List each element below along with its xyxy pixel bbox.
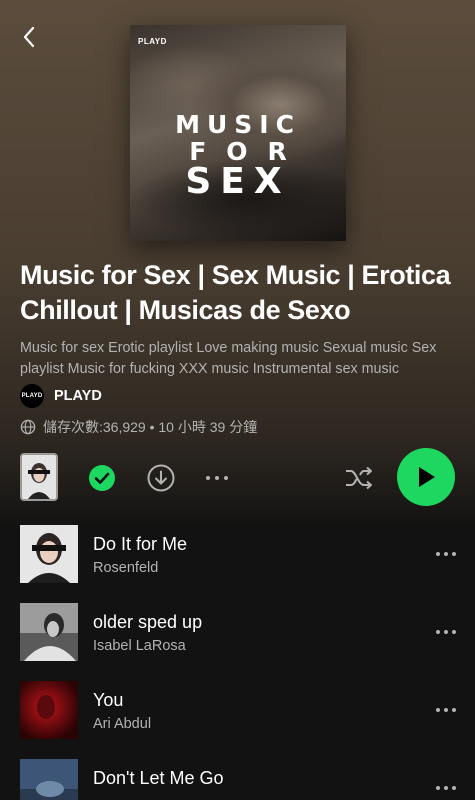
- track-row[interactable]: You Ari Abdul: [0, 679, 475, 741]
- track-title: Don't Let Me Go: [93, 768, 224, 788]
- shuffle-icon: [346, 466, 372, 490]
- track-title: You: [93, 690, 124, 710]
- cover-brand: PLAYD: [138, 37, 167, 46]
- playlist-preview-thumbnail[interactable]: [20, 453, 58, 501]
- playlist-title: Music for Sex | Sex Music | Erotica Chil…: [20, 260, 451, 325]
- track-row[interactable]: older sped up Isabel LaRosa: [0, 601, 475, 663]
- track-artist: Rosenfeld: [93, 560, 159, 576]
- track-artist: Isabel LaRosa: [93, 638, 186, 654]
- check-circle-icon: [89, 465, 115, 491]
- back-button[interactable]: [14, 22, 44, 52]
- track-row[interactable]: Don't Let Me Go: [0, 757, 475, 800]
- track-art: [20, 681, 78, 739]
- track-title: Do It for Me: [93, 534, 188, 554]
- track-art: [20, 759, 78, 800]
- owner-avatar: PLAYD: [20, 384, 44, 408]
- cover-title-line3: SEX: [185, 161, 291, 202]
- more-horizontal-icon: [436, 552, 456, 556]
- globe-icon: [20, 419, 36, 435]
- download-button[interactable]: [145, 462, 177, 494]
- playlist-meta: 儲存次數:36,929 • 10 小時 39 分鐘: [20, 417, 257, 437]
- owner-name[interactable]: PLAYD: [54, 388, 102, 404]
- preview-art: [22, 455, 56, 499]
- track-title: older sped up: [93, 612, 203, 632]
- track-row[interactable]: Do It for Me Rosenfeld: [0, 523, 475, 585]
- more-horizontal-icon: [206, 476, 228, 480]
- more-options-button[interactable]: [201, 462, 233, 494]
- more-horizontal-icon: [436, 786, 456, 790]
- track-more-button[interactable]: [430, 697, 462, 723]
- download-icon: [147, 464, 175, 492]
- saved-toggle-button[interactable]: [86, 462, 118, 494]
- play-button[interactable]: [397, 448, 455, 506]
- meta-text: 儲存次數:36,929 • 10 小時 39 分鐘: [43, 419, 258, 435]
- cover-title-line1: MUSIC: [175, 110, 301, 139]
- more-horizontal-icon: [436, 630, 456, 634]
- track-art: [20, 603, 78, 661]
- more-horizontal-icon: [436, 708, 456, 712]
- playlist-cover: PLAYD MUSIC FOR SEX: [130, 25, 346, 241]
- track-more-button[interactable]: [430, 541, 462, 567]
- track-more-button[interactable]: [430, 619, 462, 645]
- shuffle-button[interactable]: [342, 462, 376, 494]
- track-artist: Ari Abdul: [93, 716, 152, 732]
- track-more-button[interactable]: [430, 775, 462, 800]
- play-icon: [419, 467, 435, 487]
- action-bar: [0, 448, 475, 508]
- owner-row[interactable]: PLAYD PLAYD: [20, 384, 102, 408]
- chevron-left-icon: [23, 26, 35, 48]
- track-art: [20, 525, 78, 583]
- playlist-description[interactable]: Music for sex Erotic playlist Love makin…: [20, 338, 460, 380]
